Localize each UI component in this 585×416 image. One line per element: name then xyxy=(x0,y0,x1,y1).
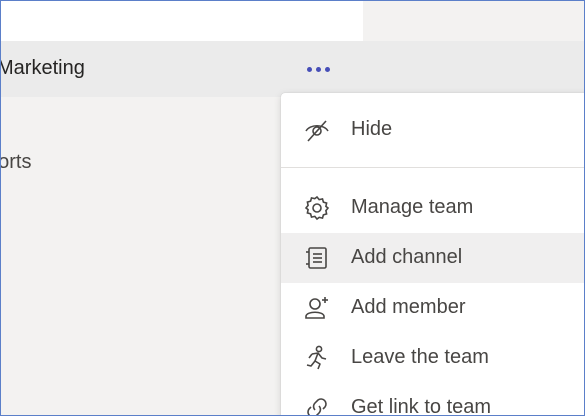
menu-item-label: Manage team xyxy=(351,196,474,218)
menu-item-manage-team[interactable]: Manage team xyxy=(281,183,584,233)
running-person-icon xyxy=(303,344,331,372)
link-icon xyxy=(303,394,331,415)
menu-divider xyxy=(281,167,584,168)
menu-item-label: Get link to team xyxy=(351,396,492,416)
eye-off-icon xyxy=(303,116,331,144)
team-row[interactable]: Marketing xyxy=(1,41,584,97)
menu-item-hide[interactable]: Hide xyxy=(281,105,584,155)
menu-item-label: Hide xyxy=(351,118,393,140)
gear-icon xyxy=(303,194,331,222)
channel-list: ports xyxy=(1,97,301,415)
more-options-button[interactable] xyxy=(301,57,337,81)
menu-item-get-link[interactable]: Get link to team xyxy=(281,383,584,416)
channel-label: ports xyxy=(1,151,32,173)
menu-item-add-member[interactable]: Add member xyxy=(281,283,584,333)
add-person-icon xyxy=(303,294,331,322)
team-options-menu: Hide Manage team Add channel Add member … xyxy=(281,93,584,416)
menu-item-add-channel[interactable]: Add channel xyxy=(281,233,584,283)
menu-item-label: Leave the team xyxy=(351,346,489,368)
search-bar-area xyxy=(1,1,363,41)
menu-item-label: Add channel xyxy=(351,246,463,268)
menu-item-leave-team[interactable]: Leave the team xyxy=(281,333,584,383)
team-name: Marketing xyxy=(0,57,85,79)
list-icon xyxy=(303,244,331,272)
menu-item-label: Add member xyxy=(351,296,466,318)
teams-window: Marketing ports Hide xyxy=(0,0,585,416)
channel-item[interactable]: ports xyxy=(1,151,121,174)
more-dots-icon xyxy=(307,67,312,72)
